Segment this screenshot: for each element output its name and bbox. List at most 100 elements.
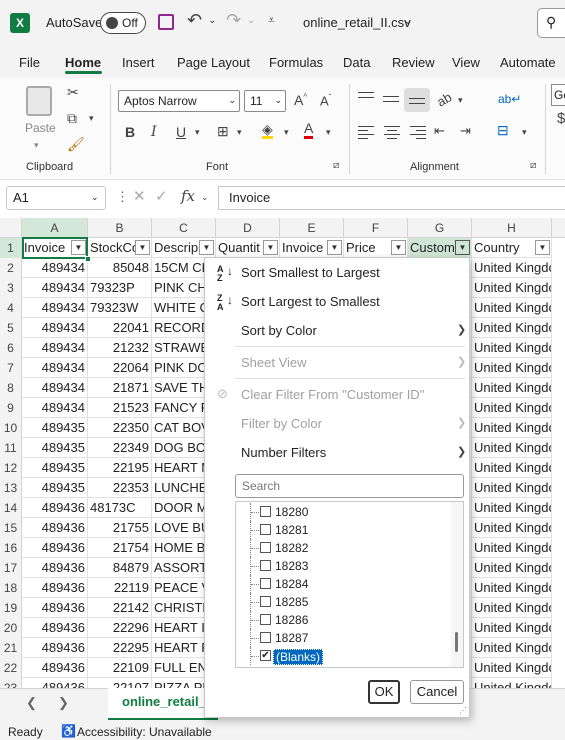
table-cell[interactable]: 21232 [88,338,152,358]
merge-center-icon[interactable]: ⊟ [497,122,509,139]
filter-value-item[interactable]: ✔ (Blanks) [236,647,452,665]
number-format-select[interactable]: Ge [551,84,565,106]
table-cell[interactable]: 48173C [88,498,152,518]
top-align-icon[interactable] [358,92,374,106]
filter-value-item[interactable]: 18283 [236,557,452,575]
more-icon[interactable]: ⋮ [116,189,129,205]
accessibility-icon[interactable]: ♿ [61,724,76,738]
chevron-down-icon[interactable]: ▾ [34,140,39,151]
formula-input[interactable]: Invoice [218,186,565,210]
table-cell[interactable]: 489436 [22,598,88,618]
row-header[interactable]: 7 [0,358,22,378]
row-header[interactable]: 13 [0,478,22,498]
table-cell[interactable]: 489434 [22,298,88,318]
save-icon[interactable] [158,14,174,30]
row-header[interactable]: 10 [0,418,22,438]
decrease-font-icon[interactable]: Aˇ [320,93,331,108]
font-name-select[interactable]: Aptos Narrow ⌄ [118,90,240,112]
tab-data[interactable]: Data [343,55,370,70]
increase-indent-icon[interactable]: ⇥ [460,123,471,139]
row-header[interactable]: 3 [0,278,22,298]
format-painter-icon[interactable]: 🖌 [67,136,85,153]
sheet-tab[interactable]: online_retail_ [108,688,218,720]
table-cell[interactable]: United Kingdom [472,458,552,478]
paste-label[interactable]: Paste [25,121,56,135]
row-header[interactable]: 21 [0,638,22,658]
tab-view[interactable]: View [452,55,480,70]
increase-font-icon[interactable]: A^ [294,92,307,108]
table-cell[interactable]: United Kingdom [472,298,552,318]
tab-file[interactable]: File [19,55,40,70]
filter-search-input[interactable]: Search [235,474,464,498]
menu-sort-ascending[interactable]: Sort Smallest to Largest [241,265,380,280]
chevron-down-icon[interactable]: ▾ [458,95,463,106]
cancel-icon[interactable]: ✕ [133,187,146,205]
table-cell[interactable]: United Kingdom [472,358,552,378]
column-header-c[interactable]: C [152,218,216,238]
search-button[interactable]: ⚲ [537,8,565,38]
tab-home[interactable]: Home [65,55,101,70]
row-header[interactable]: 11 [0,438,22,458]
table-cell[interactable]: 489436 [22,518,88,538]
chevron-down-icon[interactable]: ▾ [195,127,200,138]
table-cell[interactable]: 85048 [88,258,152,278]
table-cell[interactable]: 489435 [22,458,88,478]
chevron-down-icon[interactable]: ⌄ [201,192,209,203]
status-accessibility[interactable]: Accessibility: Unavailable [77,725,212,739]
table-cell[interactable]: 22109 [88,658,152,678]
underline-button[interactable]: U [176,124,186,140]
table-cell[interactable]: 21755 [88,518,152,538]
redo-icon[interactable]: ↷ [226,10,241,31]
table-cell[interactable]: 21871 [88,378,152,398]
chevron-down-icon[interactable]: ⌄ [91,192,99,203]
table-cell[interactable]: United Kingdom [472,378,552,398]
column-header-h[interactable]: H [472,218,552,238]
table-cell[interactable]: 489435 [22,478,88,498]
fill-color-icon[interactable]: ◈ [262,122,273,139]
filter-value-item[interactable]: 18287 [236,629,452,647]
row-header[interactable]: 22 [0,658,22,678]
table-cell[interactable]: 489434 [22,378,88,398]
italic-button[interactable]: I [151,124,157,140]
dialog-launcher-icon[interactable]: ⧄ [333,160,339,171]
row-header[interactable]: 16 [0,538,22,558]
table-cell[interactable]: 22295 [88,638,152,658]
filter-value-item[interactable]: 18284 [236,575,452,593]
undo-icon[interactable]: ↶ [187,10,202,31]
table-cell[interactable]: United Kingdom [472,558,552,578]
align-right-icon[interactable] [410,126,426,140]
chevron-down-icon[interactable]: ▾ [89,113,94,124]
column-header-f[interactable]: F [344,218,408,238]
undo-dropdown-icon[interactable]: ⌄ [208,15,216,26]
table-cell[interactable]: 79323W [88,298,152,318]
table-cell[interactable]: 22064 [88,358,152,378]
tab-review[interactable]: Review [392,55,435,70]
table-cell[interactable]: 489436 [22,678,88,688]
filter-value-item[interactable]: 18281 [236,521,452,539]
table-cell[interactable]: 489434 [22,258,88,278]
table-cell[interactable]: 22041 [88,318,152,338]
cancel-button[interactable]: Cancel [410,680,464,704]
row-header[interactable]: 17 [0,558,22,578]
select-all-corner[interactable] [0,218,22,238]
table-cell[interactable]: 489434 [22,338,88,358]
table-cell[interactable]: United Kingdom [472,538,552,558]
bold-button[interactable]: B [125,124,135,140]
chevron-left-icon[interactable]: ❮ [26,695,37,711]
checkbox-icon[interactable] [260,560,271,571]
filter-dropdown-button[interactable]: ▼ [535,240,550,255]
table-cell[interactable]: 84879 [88,558,152,578]
table-cell[interactable]: 22350 [88,418,152,438]
table-cell[interactable]: 489434 [22,358,88,378]
row-header[interactable]: 8 [0,378,22,398]
table-cell[interactable]: 22107 [88,678,152,688]
table-cell[interactable]: 79323P [88,278,152,298]
column-header-g[interactable]: G [408,218,472,238]
paste-icon[interactable] [26,86,52,116]
middle-align-icon[interactable] [383,92,399,106]
tab-insert[interactable]: Insert [122,55,155,70]
row-header[interactable]: 1 [0,238,22,258]
filter-value-list[interactable]: 18280 18281 18282 18283 18284 18285 18286 18287… [235,501,464,668]
table-cell[interactable]: 22349 [88,438,152,458]
filter-dropdown-button[interactable]: ▼ [135,240,150,255]
